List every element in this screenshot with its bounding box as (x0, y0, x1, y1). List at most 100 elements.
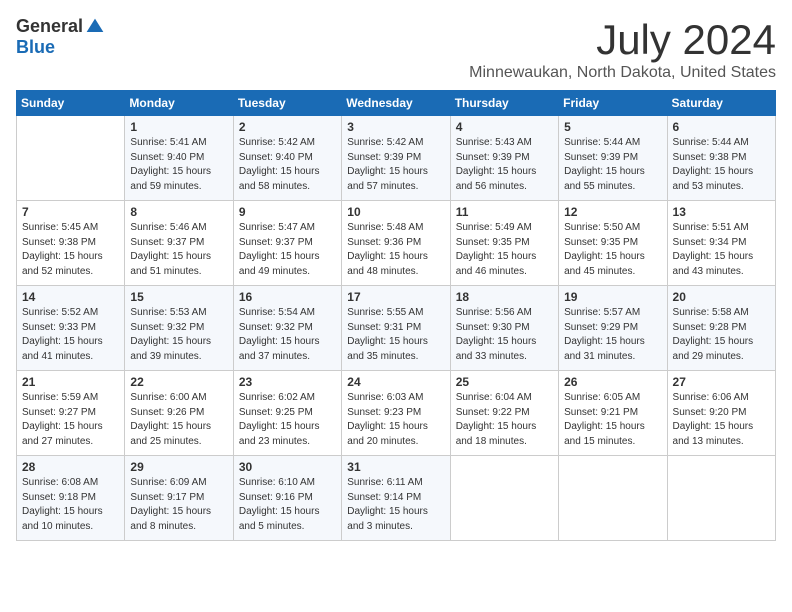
calendar-table: SundayMondayTuesdayWednesdayThursdayFrid… (16, 90, 776, 541)
page-header: General Blue July 2024 Minnewaukan, Nort… (16, 16, 776, 82)
logo-icon (85, 17, 105, 37)
calendar-cell: 1Sunrise: 5:41 AM Sunset: 9:40 PM Daylig… (125, 116, 233, 201)
calendar-cell: 12 Sunrise: 5:50 AM Sunset: 9:35 PM Dayli… (559, 201, 667, 286)
calendar-week-row: 21 Sunrise: 5:59 AM Sunset: 9:27 PM Dayli… (17, 371, 776, 456)
day-info: Sunrise: 5:44 AM Sunset: 9:39 PM Dayligh… (564, 136, 661, 194)
calendar-header-wednesday: Wednesday (342, 91, 450, 116)
day-info: Sunrise: 5:59 AM Sunset: 9:27 PM Dayligh… (22, 391, 119, 449)
logo: General Blue (16, 16, 105, 58)
day-number: 14 (22, 290, 119, 304)
calendar-cell: 27 Sunrise: 6:06 AM Sunset: 9:20 PM Dayli… (667, 371, 775, 456)
calendar-cell: 11Sunrise: 5:49 AM Sunset: 9:35 PM Dayli… (450, 201, 558, 286)
calendar-cell: 31Sunrise: 6:11 AM Sunset: 9:14 PM Dayli… (342, 456, 450, 541)
day-number: 24 (347, 375, 444, 389)
calendar-cell (17, 116, 125, 201)
calendar-cell (559, 456, 667, 541)
calendar-cell (450, 456, 558, 541)
calendar-cell: 18Sunrise: 5:56 AM Sunset: 9:30 PM Dayli… (450, 286, 558, 371)
day-info: Sunrise: 5:51 AM Sunset: 9:34 PM Dayligh… (673, 221, 770, 279)
day-number: 4 (456, 120, 553, 134)
day-number: 3 (347, 120, 444, 134)
calendar-cell (667, 456, 775, 541)
day-number: 2 (239, 120, 336, 134)
calendar-header-sunday: Sunday (17, 91, 125, 116)
day-info: Sunrise: 5:46 AM Sunset: 9:37 PM Dayligh… (130, 221, 227, 279)
calendar-cell: 24 Sunrise: 6:03 AM Sunset: 9:23 PM Dayli… (342, 371, 450, 456)
day-info: Sunrise: 6:05 AM Sunset: 9:21 PM Dayligh… (564, 391, 661, 449)
day-number: 5 (564, 120, 661, 134)
calendar-cell: 23 Sunrise: 6:02 AM Sunset: 9:25 PM Dayli… (233, 371, 341, 456)
day-info: Sunrise: 5:41 AM Sunset: 9:40 PM Dayligh… (130, 136, 227, 194)
calendar-cell: 10Sunrise: 5:48 AM Sunset: 9:36 PM Dayli… (342, 201, 450, 286)
day-number: 6 (673, 120, 770, 134)
day-number: 18 (456, 290, 553, 304)
day-info: Sunrise: 5:43 AM Sunset: 9:39 PM Dayligh… (456, 136, 553, 194)
calendar-header-friday: Friday (559, 91, 667, 116)
day-info: Sunrise: 5:45 AM Sunset: 9:38 PM Dayligh… (22, 221, 119, 279)
calendar-week-row: 1Sunrise: 5:41 AM Sunset: 9:40 PM Daylig… (17, 116, 776, 201)
calendar-cell: 15Sunrise: 5:53 AM Sunset: 9:32 PM Dayli… (125, 286, 233, 371)
calendar-body: 1Sunrise: 5:41 AM Sunset: 9:40 PM Daylig… (17, 116, 776, 541)
day-info: Sunrise: 5:44 AM Sunset: 9:38 PM Dayligh… (673, 136, 770, 194)
day-info: Sunrise: 5:58 AM Sunset: 9:28 PM Dayligh… (673, 306, 770, 364)
calendar-week-row: 14Sunrise: 5:52 AM Sunset: 9:33 PM Dayli… (17, 286, 776, 371)
calendar-cell: 8 Sunrise: 5:46 AM Sunset: 9:37 PM Daylig… (125, 201, 233, 286)
calendar-cell: 30 Sunrise: 6:10 AM Sunset: 9:16 PM Dayli… (233, 456, 341, 541)
day-number: 8 (130, 205, 227, 219)
calendar-week-row: 7 Sunrise: 5:45 AM Sunset: 9:38 PM Daylig… (17, 201, 776, 286)
calendar-cell: 19Sunrise: 5:57 AM Sunset: 9:29 PM Dayli… (559, 286, 667, 371)
calendar-cell: 13 Sunrise: 5:51 AM Sunset: 9:34 PM Dayli… (667, 201, 775, 286)
calendar-cell: 26Sunrise: 6:05 AM Sunset: 9:21 PM Dayli… (559, 371, 667, 456)
day-info: Sunrise: 6:06 AM Sunset: 9:20 PM Dayligh… (673, 391, 770, 449)
calendar-cell: 7 Sunrise: 5:45 AM Sunset: 9:38 PM Daylig… (17, 201, 125, 286)
day-number: 13 (673, 205, 770, 219)
day-number: 28 (22, 460, 119, 474)
calendar-cell: 9Sunrise: 5:47 AM Sunset: 9:37 PM Daylig… (233, 201, 341, 286)
calendar-cell: 25 Sunrise: 6:04 AM Sunset: 9:22 PM Dayli… (450, 371, 558, 456)
calendar-cell: 4 Sunrise: 5:43 AM Sunset: 9:39 PM Daylig… (450, 116, 558, 201)
location-title: Minnewaukan, North Dakota, United States (469, 64, 776, 82)
calendar-cell: 29 Sunrise: 6:09 AM Sunset: 9:17 PM Dayli… (125, 456, 233, 541)
calendar-cell: 3 Sunrise: 5:42 AM Sunset: 9:39 PM Daylig… (342, 116, 450, 201)
day-info: Sunrise: 5:55 AM Sunset: 9:31 PM Dayligh… (347, 306, 444, 364)
day-info: Sunrise: 6:00 AM Sunset: 9:26 PM Dayligh… (130, 391, 227, 449)
day-number: 15 (130, 290, 227, 304)
calendar-cell: 21 Sunrise: 5:59 AM Sunset: 9:27 PM Dayli… (17, 371, 125, 456)
month-title: July 2024 (469, 16, 776, 64)
day-info: Sunrise: 5:47 AM Sunset: 9:37 PM Dayligh… (239, 221, 336, 279)
day-info: Sunrise: 6:09 AM Sunset: 9:17 PM Dayligh… (130, 476, 227, 534)
calendar-header-row: SundayMondayTuesdayWednesdayThursdayFrid… (17, 91, 776, 116)
day-number: 21 (22, 375, 119, 389)
day-info: Sunrise: 6:04 AM Sunset: 9:22 PM Dayligh… (456, 391, 553, 449)
day-info: Sunrise: 6:10 AM Sunset: 9:16 PM Dayligh… (239, 476, 336, 534)
day-number: 7 (22, 205, 119, 219)
calendar-cell: 6 Sunrise: 5:44 AM Sunset: 9:38 PM Daylig… (667, 116, 775, 201)
day-number: 29 (130, 460, 227, 474)
calendar-cell: 2Sunrise: 5:42 AM Sunset: 9:40 PM Daylig… (233, 116, 341, 201)
day-info: Sunrise: 6:11 AM Sunset: 9:14 PM Dayligh… (347, 476, 444, 534)
calendar-week-row: 28 Sunrise: 6:08 AM Sunset: 9:18 PM Dayli… (17, 456, 776, 541)
day-info: Sunrise: 6:08 AM Sunset: 9:18 PM Dayligh… (22, 476, 119, 534)
calendar-cell: 28 Sunrise: 6:08 AM Sunset: 9:18 PM Dayli… (17, 456, 125, 541)
day-number: 11 (456, 205, 553, 219)
day-info: Sunrise: 6:02 AM Sunset: 9:25 PM Dayligh… (239, 391, 336, 449)
title-block: July 2024 Minnewaukan, North Dakota, Uni… (469, 16, 776, 82)
logo-blue-text: Blue (16, 37, 55, 58)
day-number: 12 (564, 205, 661, 219)
day-number: 17 (347, 290, 444, 304)
day-info: Sunrise: 6:03 AM Sunset: 9:23 PM Dayligh… (347, 391, 444, 449)
calendar-cell: 16Sunrise: 5:54 AM Sunset: 9:32 PM Dayli… (233, 286, 341, 371)
day-number: 20 (673, 290, 770, 304)
calendar-header-thursday: Thursday (450, 91, 558, 116)
day-number: 23 (239, 375, 336, 389)
day-number: 10 (347, 205, 444, 219)
calendar-cell: 22Sunrise: 6:00 AM Sunset: 9:26 PM Dayli… (125, 371, 233, 456)
calendar-header-monday: Monday (125, 91, 233, 116)
day-info: Sunrise: 5:54 AM Sunset: 9:32 PM Dayligh… (239, 306, 336, 364)
calendar-cell: 17 Sunrise: 5:55 AM Sunset: 9:31 PM Dayli… (342, 286, 450, 371)
day-number: 30 (239, 460, 336, 474)
day-info: Sunrise: 5:50 AM Sunset: 9:35 PM Dayligh… (564, 221, 661, 279)
day-info: Sunrise: 5:42 AM Sunset: 9:39 PM Dayligh… (347, 136, 444, 194)
day-number: 27 (673, 375, 770, 389)
day-number: 25 (456, 375, 553, 389)
